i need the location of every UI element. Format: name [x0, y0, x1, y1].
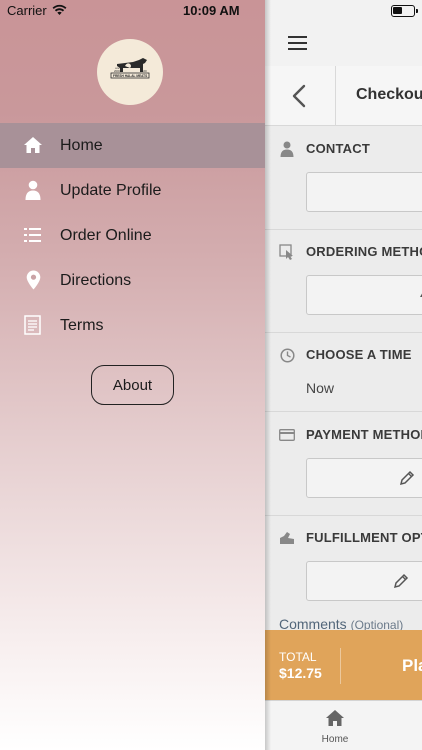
menu-item-label: Order Online [60, 226, 152, 244]
fulfillment-field[interactable] [306, 561, 422, 601]
checkout-header: Checkout [265, 66, 422, 126]
status-bar-right [265, 0, 422, 22]
side-drawer: Carrier 10:09 AM 2003 2020 FRESH HALAL M… [0, 0, 265, 750]
section-title: PAYMENT METHOD [306, 427, 422, 442]
menu-item-label: Directions [60, 271, 132, 289]
logo-brand-text: FRESH HALAL MEATS [113, 74, 147, 78]
total-divider [340, 648, 341, 684]
time-value[interactable]: Now [306, 380, 334, 396]
carrier-label: Carrier [7, 3, 47, 18]
list-icon [22, 224, 44, 246]
menu-item-terms[interactable]: Terms [0, 303, 265, 348]
section-title: FULFILLMENT OPTIONS [306, 530, 422, 545]
checkout-screen: Checkout CONTACT ORDERING METHOD CHOOSE … [265, 0, 422, 750]
person-icon [279, 141, 295, 157]
menu-item-directions[interactable]: Directions [0, 258, 265, 303]
section-title: CHOOSE A TIME [306, 347, 412, 362]
menu-item-label: Update Profile [60, 181, 162, 199]
section-ordering-method: ORDERING METHOD [265, 230, 422, 333]
top-bar [265, 22, 422, 66]
clock-icon [279, 347, 295, 363]
back-chevron-icon[interactable] [291, 84, 307, 108]
delivery-icon [279, 530, 295, 546]
page-title: Checkout [356, 86, 422, 103]
about-button[interactable]: About [91, 365, 174, 405]
battery-cap [416, 9, 418, 13]
clock-time: 10:09 AM [183, 3, 240, 18]
section-title: ORDERING METHOD [306, 244, 422, 259]
drawer-menu: Home Update Profile Order Online Directi… [0, 123, 265, 348]
menu-item-label: Home [60, 136, 103, 154]
section-title: CONTACT [306, 141, 370, 156]
home-icon [326, 710, 344, 726]
menu-item-update-profile[interactable]: Update Profile [0, 168, 265, 213]
tab-bar: Home [265, 700, 422, 750]
document-icon [22, 314, 44, 336]
place-order-button[interactable]: Place Order [402, 656, 422, 676]
status-bar: Carrier 10:09 AM [0, 0, 265, 22]
payment-method-field[interactable] [306, 458, 422, 498]
section-contact: CONTACT [265, 127, 422, 230]
tab-home[interactable]: Home [315, 709, 355, 749]
total-bar: TOTAL $12.75 Place Order [265, 630, 422, 700]
contact-field[interactable] [306, 172, 422, 212]
hand-pointer-icon [279, 244, 295, 260]
ordering-method-field[interactable] [306, 275, 422, 315]
total-amount: $12.75 [279, 665, 322, 681]
total-label: TOTAL [279, 650, 317, 664]
menu-item-label: Terms [60, 316, 104, 334]
credit-card-icon [279, 427, 295, 443]
wifi-icon [52, 3, 67, 21]
brand-logo: 2003 2020 FRESH HALAL MEATS SINCE [97, 39, 163, 105]
home-icon [22, 134, 44, 156]
pencil-icon [393, 573, 409, 589]
logo-year-right: 2020 [140, 69, 147, 73]
battery-icon [391, 5, 415, 17]
tab-label: Home [321, 734, 349, 745]
location-pin-icon [22, 269, 44, 291]
logo-top-text: SINCE [115, 68, 122, 70]
header-divider [335, 66, 336, 126]
menu-item-home[interactable]: Home [0, 123, 265, 168]
person-icon [22, 179, 44, 201]
hamburger-menu-icon[interactable] [288, 36, 307, 50]
section-choose-time: CHOOSE A TIME Now [265, 333, 422, 412]
section-payment-method: PAYMENT METHOD [265, 412, 422, 516]
section-fulfillment-options: FULFILLMENT OPTIONS [265, 516, 422, 616]
menu-item-order-online[interactable]: Order Online [0, 213, 265, 258]
pencil-icon [399, 470, 415, 486]
